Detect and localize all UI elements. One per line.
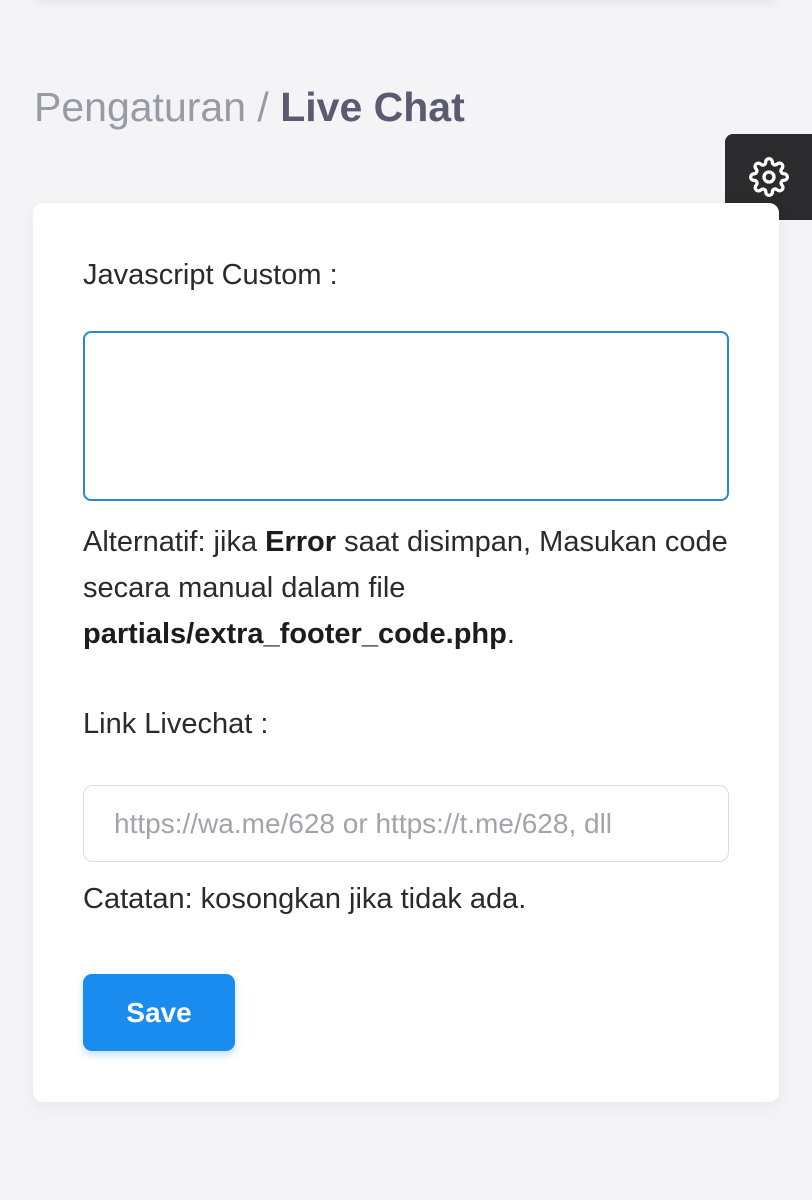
breadcrumb-parent[interactable]: Pengaturan bbox=[34, 84, 246, 130]
link-livechat-input[interactable] bbox=[83, 785, 729, 862]
javascript-custom-label: Javascript Custom : bbox=[83, 259, 338, 291]
help-text-error-bold: Error bbox=[265, 526, 337, 558]
link-livechat-label: Link Livechat : bbox=[83, 708, 269, 740]
help-text-part: . bbox=[506, 618, 515, 650]
save-button[interactable]: Save bbox=[83, 974, 235, 1051]
javascript-help-text: Alternatif: jika Error saat disimpan, Ma… bbox=[83, 519, 733, 657]
breadcrumb: Pengaturan / Live Chat bbox=[34, 82, 465, 132]
link-livechat-note: Catatan: kosongkan jika tidak ada. bbox=[83, 883, 527, 915]
breadcrumb-current: Live Chat bbox=[280, 84, 465, 130]
javascript-custom-textarea[interactable] bbox=[83, 331, 729, 501]
gear-icon bbox=[748, 157, 789, 197]
help-text-file-path: partials/extra_footer_code.php bbox=[83, 618, 507, 650]
live-chat-settings-card: Javascript Custom : Alternatif: jika Err… bbox=[33, 203, 779, 1102]
breadcrumb-separator: / bbox=[246, 84, 281, 130]
help-text-part: Alternatif: jika bbox=[83, 526, 266, 558]
